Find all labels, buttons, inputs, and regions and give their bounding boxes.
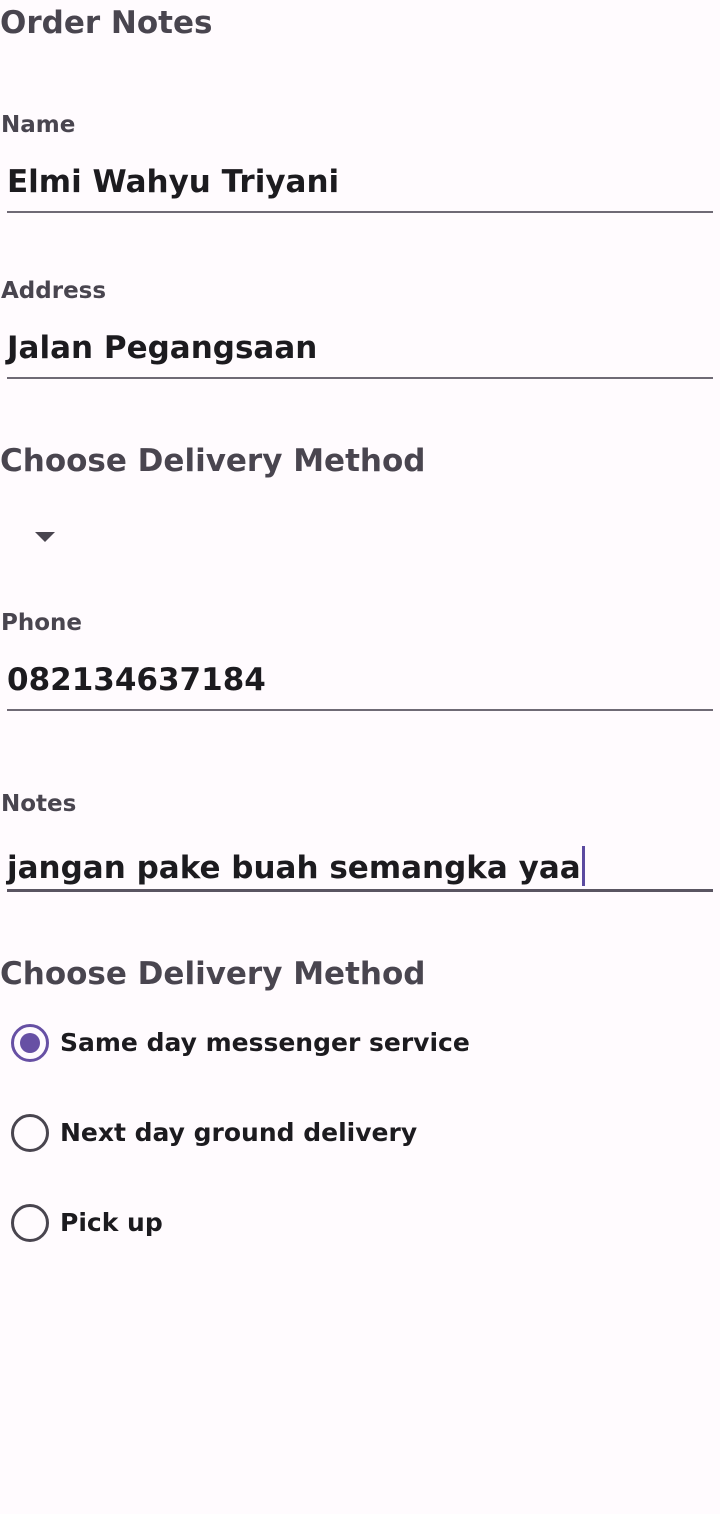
name-value: Elmi Wahyu Triyani: [7, 164, 340, 200]
notes-field[interactable]: jangan pake buah semangka yaa: [7, 836, 713, 892]
radio-label-same-day: Same day messenger service: [60, 1028, 470, 1057]
radio-label-pick-up: Pick up: [60, 1208, 163, 1237]
radio-unchecked-icon[interactable]: [11, 1114, 49, 1152]
radio-option-same-day[interactable]: Same day messenger service: [0, 1003, 720, 1083]
address-value: Jalan Pegangsaan: [7, 330, 318, 366]
delivery-radio-title: Choose Delivery Method: [0, 956, 426, 992]
radio-option-next-day[interactable]: Next day ground delivery: [0, 1093, 720, 1173]
phone-label: Phone: [1, 610, 83, 636]
delivery-method-dropdown[interactable]: [0, 500, 720, 576]
notes-label: Notes: [1, 791, 77, 817]
radio-option-pick-up[interactable]: Pick up: [0, 1183, 720, 1263]
radio-label-next-day: Next day ground delivery: [60, 1118, 418, 1147]
name-label: Name: [1, 112, 76, 138]
delivery-spinner-title: Choose Delivery Method: [0, 443, 426, 479]
page-title: Order Notes: [0, 5, 213, 41]
phone-field[interactable]: 082134637184: [7, 655, 713, 711]
address-field[interactable]: Jalan Pegangsaan: [7, 323, 713, 379]
radio-unchecked-icon[interactable]: [11, 1204, 49, 1242]
text-cursor: [581, 846, 585, 886]
notes-value-wrap: jangan pake buah semangka yaa: [7, 846, 585, 886]
dropdown-arrow-icon: [35, 532, 55, 542]
name-field[interactable]: Elmi Wahyu Triyani: [7, 157, 713, 213]
address-label: Address: [1, 278, 107, 304]
phone-value: 082134637184: [7, 662, 266, 698]
radio-checked-icon[interactable]: [11, 1024, 49, 1062]
notes-value: jangan pake buah semangka yaa: [7, 850, 581, 886]
